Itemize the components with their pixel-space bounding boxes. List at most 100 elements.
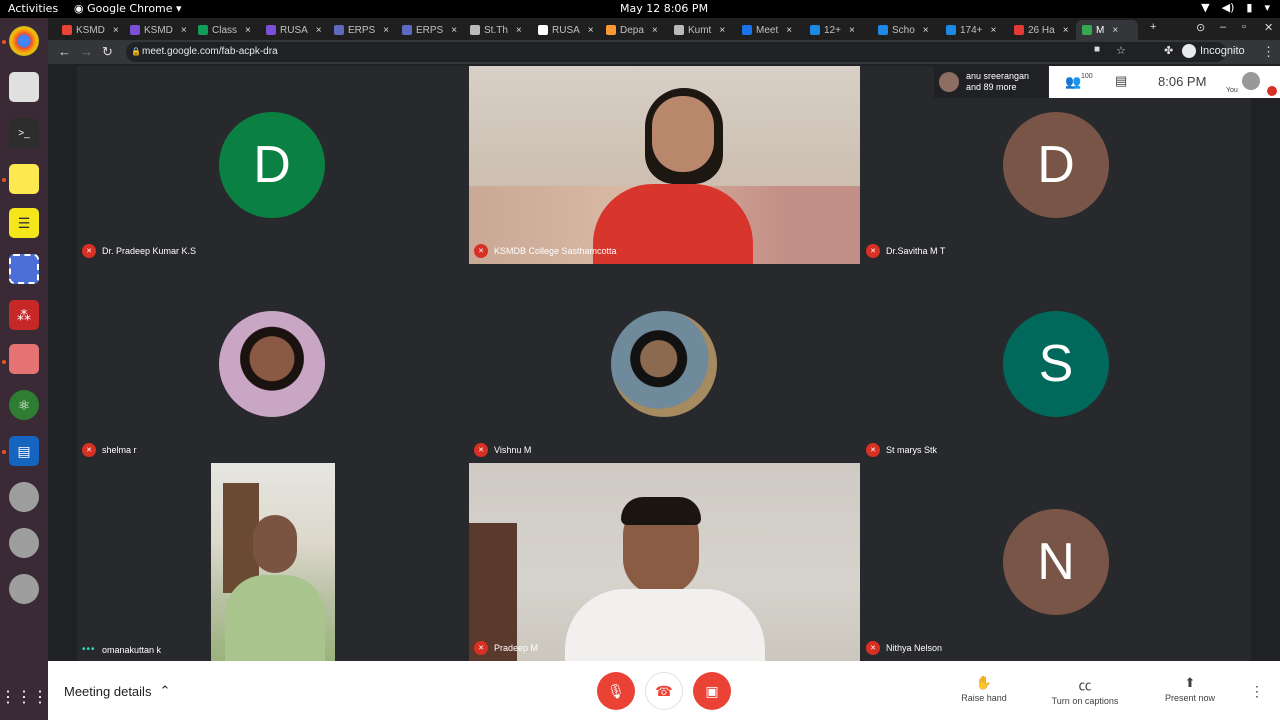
browser-tab[interactable]: 12+ × [804,20,870,40]
browser-tab[interactable]: Depa × [600,20,666,40]
participant-tile[interactable]: ✕ Pradeep M [469,463,860,661]
browser-tab[interactable]: Class × [192,20,258,40]
tab-close-icon[interactable]: × [181,25,187,36]
tab-close-icon[interactable]: × [516,25,522,36]
close-window-button[interactable]: ✕ [1264,21,1273,34]
restore-button[interactable]: ▫ [1242,21,1246,33]
tab-close-icon[interactable]: × [1112,25,1118,36]
app-menu[interactable]: ◉ Google Chrome ▾ [74,2,182,15]
screenshot-icon[interactable] [9,254,39,284]
reload-icon[interactable]: ↻ [102,44,113,60]
tab-close-icon[interactable]: × [991,25,997,36]
disc-icon[interactable] [9,528,39,558]
chrome-menu-icon[interactable]: ⋮ [1262,44,1275,60]
browser-tab[interactable]: 174+ × [940,20,1006,40]
mendeley-icon[interactable]: ⁂ [9,300,39,330]
browser-tab[interactable]: 26 Ha × [1008,20,1074,40]
participant-name-bar: ✕ shelma r [82,443,137,457]
tab-search-icon[interactable]: ⊙ [1196,21,1205,34]
tab-close-icon[interactable]: × [113,25,119,36]
url-field[interactable]: 🔒 meet.google.com/fab-acpk-dra [126,42,1226,62]
bookmark-star-icon[interactable]: ☆ [1116,44,1126,57]
app-dock: >_ ☰ ⁂ ⚛ ▤ ⋮⋮⋮ [0,18,48,720]
self-muted-badge-icon [1267,86,1277,96]
browser-tab[interactable]: Kumt × [668,20,734,40]
tab-label: St.Th [484,24,508,36]
back-icon[interactable]: ← [58,44,71,59]
minimize-button[interactable]: – [1220,21,1226,33]
show-apps-icon[interactable]: ⋮⋮⋮ [0,682,48,712]
camera-toggle-button[interactable]: ▣ [693,672,731,710]
tab-close-icon[interactable]: × [786,25,792,36]
participants-preview[interactable]: anu sreerangan and 89 more [934,66,1048,98]
avatar: D [1003,112,1109,218]
present-now-button[interactable]: ⬆ Present now [1162,675,1218,703]
browser-tab[interactable]: St.Th × [464,20,530,40]
disc-icon[interactable] [9,574,39,604]
notes-icon[interactable] [9,164,39,194]
microphone-toggle-button[interactable]: 🎙 [597,672,635,710]
chat-icon[interactable]: ▤ [1115,73,1127,89]
avatar: N [1003,509,1109,615]
participant-name-bar: ✕ KSMDB College Sasthamcotta [474,244,617,258]
terminal-icon[interactable]: >_ [9,118,39,148]
files-icon[interactable] [9,72,39,102]
browser-tab[interactable]: KSMD × [56,20,122,40]
tab-close-icon[interactable]: × [849,25,855,36]
browser-tab[interactable]: M × [1076,20,1138,40]
browser-tab[interactable]: Meet × [736,20,802,40]
tab-close-icon[interactable]: × [652,25,658,36]
tab-close-icon[interactable]: × [588,25,594,36]
writer-icon[interactable]: ▤ [9,436,39,466]
reader-icon[interactable] [9,344,39,374]
tab-close-icon[interactable]: × [719,25,725,36]
person-saree [593,184,753,264]
browser-tab[interactable]: ERPS × [328,20,394,40]
meeting-details-button[interactable]: Meeting details ⌃ [64,683,170,699]
people-icon[interactable]: 👥 [1065,74,1081,90]
forward-icon[interactable]: → [80,44,93,59]
tab-close-icon[interactable]: × [245,25,251,36]
tab-favicon-icon [674,25,684,35]
todo-list-icon[interactable]: ☰ [9,208,39,238]
participant-tile[interactable]: ✕ shelma r [77,265,468,463]
captions-button[interactable]: ㏄ Turn on captions [1048,675,1122,706]
participant-tile[interactable]: D ✕ Dr. Pradeep Kumar K.S [77,66,468,264]
activities-button[interactable]: Activities [8,2,58,15]
tab-favicon-icon [402,25,412,35]
tab-close-icon[interactable]: × [316,25,322,36]
chrome-icon[interactable] [9,26,39,56]
tab-favicon-icon [334,25,344,35]
self-view-thumbnail[interactable] [1242,72,1260,90]
tab-close-icon[interactable]: × [451,25,457,36]
tab-close-icon[interactable]: × [923,25,929,36]
profile-photo [611,311,717,417]
participant-tile[interactable]: ✕ Vishnu M [469,265,860,463]
tab-close-icon[interactable]: × [1063,25,1069,36]
browser-tab[interactable]: Scho × [872,20,938,40]
browser-tab[interactable]: KSMD × [124,20,190,40]
volume-icon: ◀) [1221,1,1235,14]
more-options-icon[interactable]: ⋮ [1250,683,1264,700]
system-clock[interactable]: May 12 8:06 PM [620,2,708,15]
extensions-icon[interactable]: ✤ [1164,44,1173,57]
new-tab-button[interactable]: + [1150,21,1156,33]
participant-name: omanakuttan k [102,644,162,655]
disc-icon[interactable] [9,482,39,512]
participant-tile[interactable]: ••• omanakuttan k [77,463,468,661]
atom-icon[interactable]: ⚛ [9,390,39,420]
system-tray[interactable]: ▼ ◀) ▮ ▾ [1201,1,1270,14]
browser-tab[interactable]: RUSA × [532,20,598,40]
tab-close-icon[interactable]: × [383,25,389,36]
participant-tile[interactable]: S ✕ St marys Stk [861,265,1252,463]
raise-hand-button[interactable]: ✋ Raise hand [960,675,1008,703]
incognito-indicator[interactable]: Incognito [1182,44,1245,58]
browser-tab[interactable]: RUSA × [260,20,326,40]
incognito-icon [1182,44,1196,58]
participant-tile[interactable]: ✕ KSMDB College Sasthamcotta [469,66,860,264]
camera-icon[interactable]: ■ [1094,44,1100,55]
participant-tile[interactable]: N ✕ Nithya Nelson [861,463,1252,661]
browser-tab[interactable]: ERPS × [396,20,462,40]
mic-off-icon: ✕ [474,244,488,258]
leave-call-button[interactable]: ☎ [645,672,683,710]
